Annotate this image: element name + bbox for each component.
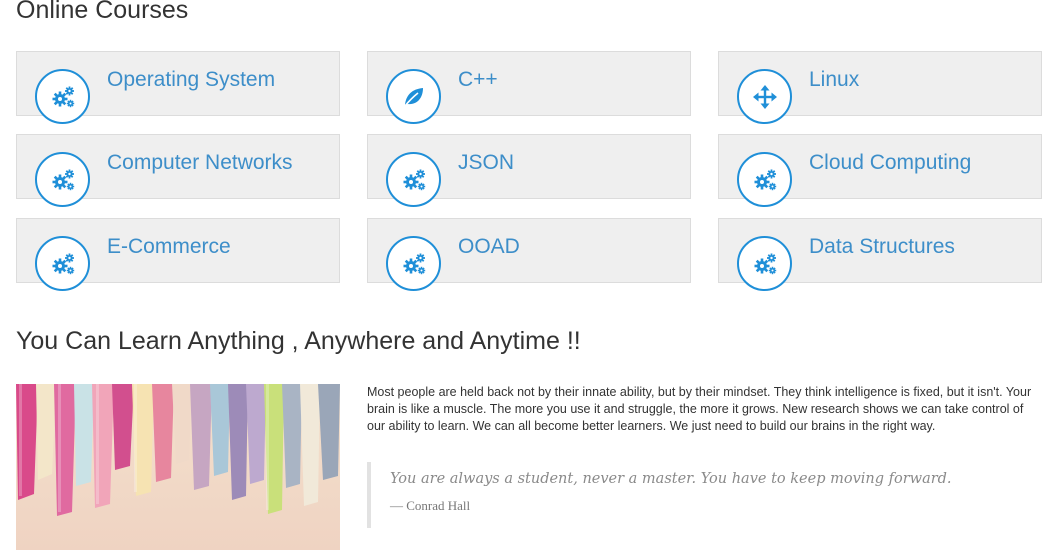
- online-courses-title: Online Courses: [16, 0, 189, 24]
- courses-grid: Operating System C++ Linux Computer Netw…: [16, 51, 1042, 291]
- course-label: Computer Networks: [107, 151, 293, 174]
- course-card-operating-system[interactable]: Operating System: [16, 51, 340, 124]
- move-arrows-icon: [737, 69, 792, 124]
- gears-icon: [386, 236, 441, 291]
- books-image: [16, 384, 340, 550]
- leaf-icon: [386, 69, 441, 124]
- course-label: E-Commerce: [107, 235, 231, 258]
- course-label: JSON: [458, 151, 515, 174]
- course-card-cloud-computing[interactable]: Cloud Computing: [718, 134, 1042, 207]
- course-card-json[interactable]: JSON: [367, 134, 691, 207]
- quote-block: You are always a student, never a master…: [367, 462, 1037, 528]
- course-card-ooad[interactable]: OOAD: [367, 218, 691, 291]
- course-card-e-commerce[interactable]: E-Commerce: [16, 218, 340, 291]
- gears-icon: [35, 236, 90, 291]
- course-label: Data Structures: [809, 235, 955, 258]
- course-label: Operating System: [107, 68, 276, 91]
- course-label: OOAD: [458, 235, 520, 258]
- course-label: C++: [458, 68, 498, 91]
- learn-anything-title: You Can Learn Anything , Anywhere and An…: [16, 327, 581, 355]
- course-card-cpp[interactable]: C++: [367, 51, 691, 124]
- mindset-paragraph: Most people are held back not by their i…: [367, 385, 1032, 433]
- course-label: Cloud Computing: [809, 151, 972, 174]
- gears-icon: [35, 152, 90, 207]
- gears-icon: [737, 236, 792, 291]
- course-card-data-structures[interactable]: Data Structures: [718, 218, 1042, 291]
- quote-text: You are always a student, never a master…: [390, 471, 952, 487]
- gears-icon: [386, 152, 441, 207]
- gears-icon: [737, 152, 792, 207]
- course-label: Linux: [809, 68, 860, 91]
- quote-author: — Conrad Hall: [390, 498, 471, 513]
- gears-icon: [35, 69, 90, 124]
- course-card-linux[interactable]: Linux: [718, 51, 1042, 124]
- course-card-computer-networks[interactable]: Computer Networks: [16, 134, 340, 207]
